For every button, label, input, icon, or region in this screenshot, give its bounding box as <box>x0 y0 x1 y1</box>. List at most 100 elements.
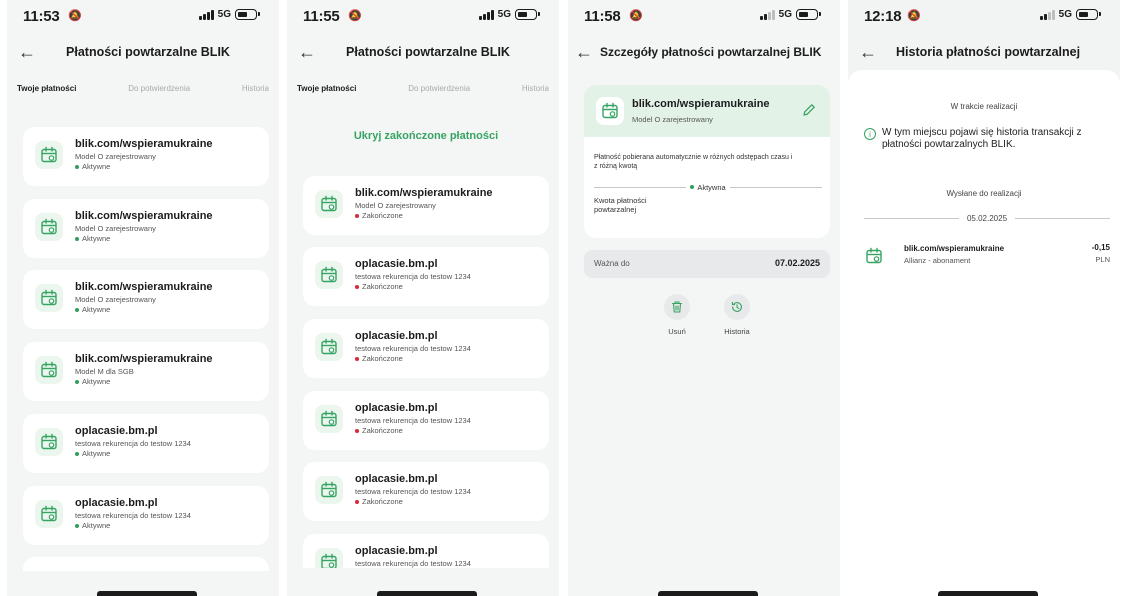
payment-card[interactable]: oplacasie.bm.pl testowa rekurencja do te… <box>303 319 549 378</box>
payment-title: oplacasie.bm.pl <box>75 497 158 509</box>
payment-status: Aktywne <box>75 449 261 458</box>
alarm-off-icon: 🔕 <box>629 10 643 22</box>
network-type: 5G <box>778 9 792 20</box>
calendar-repeat-icon <box>315 261 343 289</box>
payment-card[interactable]: blik.com/wspieramukraine Model O zarejes… <box>23 270 269 329</box>
home-indicator <box>97 591 197 596</box>
home-indicator <box>377 591 477 596</box>
tab-to-confirm[interactable]: Do potwierdzenia <box>128 84 190 93</box>
payment-subtitle: testowa rekurencja do testow 1234 <box>355 487 471 496</box>
status-divider: Aktywna <box>594 182 823 192</box>
payment-status: Zakończone <box>355 497 541 506</box>
date-divider: 05.02.2025 <box>864 214 1111 223</box>
payment-card-partial[interactable] <box>23 557 269 571</box>
page-title: Płatności powtarzalne BLIK <box>66 45 230 59</box>
payment-title: oplacasie.bm.pl <box>355 258 438 270</box>
payment-title: blik.com/wspieramukraine <box>75 353 213 365</box>
payment-subtitle: testowa rekurencja do testow 1234 <box>355 272 471 281</box>
payment-card[interactable]: blik.com/wspieramukraine Model O zarejes… <box>23 199 269 258</box>
payment-card[interactable]: blik.com/wspieramukraine Model M dla SGB… <box>23 342 269 401</box>
payment-title: blik.com/wspieramukraine <box>75 281 213 293</box>
back-arrow-icon[interactable]: ← <box>568 42 600 63</box>
payment-card[interactable]: oplacasie.bm.pl testowa rekurencja do te… <box>303 462 549 521</box>
payment-status: Zakończone <box>355 354 541 363</box>
pencil-icon[interactable] <box>800 101 818 119</box>
calendar-repeat-icon <box>35 284 63 312</box>
network-type: 5G <box>217 9 231 20</box>
signal-icon <box>198 9 214 20</box>
status-time: 11:55 <box>303 8 340 25</box>
payment-info-text: Płatność pobierana automatycznie w różny… <box>594 154 793 170</box>
screen-payments-list-active: 11:53 🔕 5G ← Płatności powtarzalne BLIK … <box>7 0 279 596</box>
payment-title: oplacasie.bm.pl <box>355 330 438 342</box>
payment-status: Aktywne <box>75 521 261 530</box>
app-header: ← Szczegóły płatności powtarzalnej BLIK <box>568 38 840 66</box>
screen-payments-list-ended: 11:55 🔕 5G ← Płatności powtarzalne BLIK … <box>287 0 559 596</box>
active-dot-icon <box>75 164 79 169</box>
ended-dot-icon <box>355 213 359 218</box>
payment-card[interactable]: oplacasie.bm.pl testowa rekurencja do te… <box>23 414 269 473</box>
calendar-repeat-icon <box>315 190 343 218</box>
payment-status: Zakończone <box>355 282 541 291</box>
payment-card[interactable]: oplacasie.bm.pl testowa rekurencja do te… <box>303 391 549 450</box>
payment-status: Zakończone <box>355 426 541 435</box>
hide-ended-payments-link[interactable]: Ukryj zakończone płatności <box>303 130 549 142</box>
page-title: Płatności powtarzalne BLIK <box>346 45 510 59</box>
calendar-repeat-icon <box>35 141 63 169</box>
detail-status: Aktywna <box>697 182 726 192</box>
payment-status: Aktywne <box>75 305 261 314</box>
status-time: 11:58 <box>584 8 621 25</box>
active-dot-icon <box>690 185 695 189</box>
calendar-repeat-icon <box>315 476 343 504</box>
delete-label: Usuń <box>668 327 686 336</box>
calendar-repeat-icon <box>35 428 63 456</box>
tab-your-payments[interactable]: Twoje płatności <box>297 84 356 93</box>
tab-bar: Twoje płatności Do potwierdzenia Histori… <box>17 80 269 96</box>
transaction-row[interactable]: blik.com/wspieramukraine Allianz - abona… <box>864 242 1110 270</box>
payment-card[interactable]: blik.com/wspieramukraine Model O zarejes… <box>303 176 549 235</box>
battery-icon <box>515 9 540 20</box>
delete-button[interactable]: Usuń <box>647 294 707 336</box>
active-dot-icon <box>75 379 79 384</box>
home-indicator <box>658 591 758 596</box>
calendar-repeat-icon <box>35 356 63 384</box>
app-header: ← Płatności powtarzalne BLIK <box>7 38 279 66</box>
screen-payment-history: 12:18 🔕 5G ← Historia płatności powtarza… <box>848 0 1120 596</box>
back-arrow-icon[interactable]: ← <box>7 42 47 63</box>
app-header: ← Płatności powtarzalne BLIK <box>287 38 559 66</box>
payment-card[interactable]: blik.com/wspieramukraine Model O zarejes… <box>23 127 269 186</box>
screen-payment-details: 11:58 🔕 5G ← Szczegóły płatności powtarz… <box>568 0 840 596</box>
tab-history[interactable]: Historia <box>242 84 269 93</box>
active-dot-icon <box>75 307 79 312</box>
status-bar: 11:53 🔕 5G <box>7 0 279 30</box>
tab-your-payments[interactable]: Twoje płatności <box>17 84 76 93</box>
payment-title: blik.com/wspieramukraine <box>75 138 213 150</box>
payment-card[interactable]: oplacasie.bm.pl testowa rekurencja do te… <box>23 486 269 545</box>
status-bar: 11:58 🔕 5G <box>568 0 840 30</box>
tab-to-confirm[interactable]: Do potwierdzenia <box>408 84 470 93</box>
payment-status: Aktywne <box>75 162 261 171</box>
detail-card-header: blik.com/wspieramukraine Model O zarejes… <box>584 85 830 137</box>
trash-icon <box>671 301 683 313</box>
tab-history[interactable]: Historia <box>522 84 549 93</box>
payment-detail-card: blik.com/wspieramukraine Model O zarejes… <box>584 85 830 238</box>
history-button[interactable]: Historia <box>707 294 767 336</box>
transaction-currency: PLN <box>1095 255 1110 264</box>
battery-icon <box>796 9 821 20</box>
battery-icon <box>1076 9 1101 20</box>
valid-until-label: Ważna do <box>594 259 630 268</box>
payment-title: oplacasie.bm.pl <box>355 402 438 414</box>
history-clock-icon <box>731 301 742 312</box>
payment-status: Zakończone <box>355 211 541 220</box>
back-arrow-icon[interactable]: ← <box>287 42 327 63</box>
alarm-off-icon: 🔕 <box>68 10 82 22</box>
payment-status: Aktywne <box>75 234 261 243</box>
payment-card[interactable]: oplacasie.bm.pl testowa rekurencja do te… <box>303 247 549 306</box>
transaction-subtitle: Allianz - abonament <box>904 256 971 265</box>
back-arrow-icon[interactable]: ← <box>848 42 888 63</box>
status-bar: 12:18 🔕 5G <box>848 0 1120 30</box>
payment-subtitle: Model M dla SGB <box>75 367 134 376</box>
payment-subtitle: testowa rekurencja do testow 1234 <box>75 439 191 448</box>
network-type: 5G <box>497 9 511 20</box>
amount-label: Kwota płatności powtarzalnej <box>594 196 647 214</box>
